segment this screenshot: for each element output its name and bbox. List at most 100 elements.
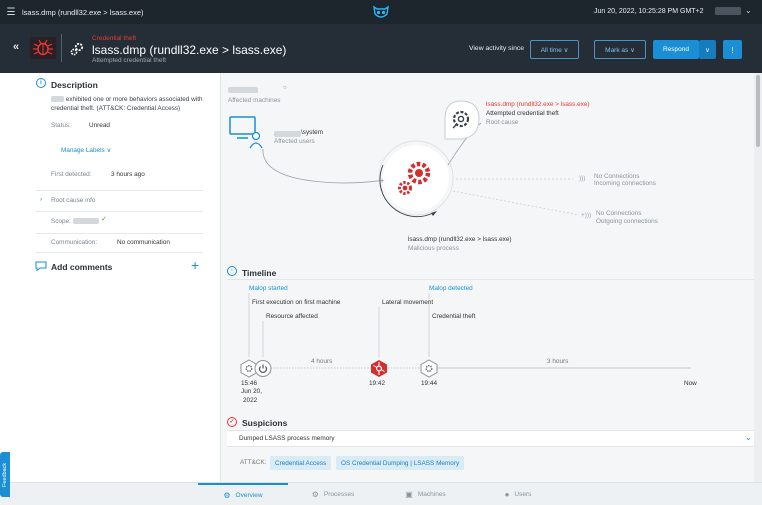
no-connections-out: No Connections: [596, 210, 642, 217]
tab-processes[interactable]: ⚙ Processes: [288, 483, 378, 505]
attck-chip-lsass-memory[interactable]: OS Credential Dumping | LSASS Memory: [336, 456, 465, 470]
root-cause-name: lsass.dmp (rundll32.exe > lsass.exe): [486, 101, 590, 108]
malop-header: « Credential theft lsass.dmp (rundll32.e…: [0, 24, 762, 73]
current-datetime: Jun 20, 2022, 10:25:28 PM GMT+2: [594, 8, 704, 15]
root-cause-info-toggle[interactable]: Root cause info: [51, 197, 95, 204]
lateral-movement-label: Lateral movement: [382, 299, 434, 306]
add-comment-button[interactable]: +: [191, 258, 199, 272]
malop-category: Credential theft: [92, 35, 137, 42]
details-panel: i Description exhibited one or more beha…: [0, 73, 221, 485]
root-cause-label: Root cause: [486, 119, 519, 126]
now-label: Now: [684, 380, 697, 387]
divider: [227, 279, 754, 280]
status-label: Status:: [51, 122, 71, 129]
chevron-right-icon[interactable]: ›: [40, 196, 42, 203]
owl-logo-icon[interactable]: [372, 5, 390, 19]
gears-icon: ⚙: [311, 490, 319, 499]
view-activity-label: View activity since: [469, 45, 525, 52]
divider: [36, 252, 203, 253]
comment-icon: [35, 261, 47, 271]
attck-chip-credential-access[interactable]: Credential Access: [270, 456, 332, 470]
all-time-dropdown[interactable]: All time ∨: [530, 40, 579, 59]
tab-overview[interactable]: ⚙ Overview: [198, 483, 288, 505]
gears-icon: [70, 42, 84, 56]
warning-icon: ✓: [227, 417, 237, 427]
outgoing-wifi-icon: +))): [581, 212, 592, 219]
outgoing-connections-label: Outgoing connections: [596, 218, 658, 225]
gap-label-1: 4 hours: [311, 358, 333, 365]
first-detected-label: First detected:: [51, 171, 92, 178]
gap-label-2: 3 hours: [547, 358, 569, 365]
divider: [36, 190, 203, 191]
malop-name: lsass.dmp (rundll32.exe > lsass.exe): [92, 43, 287, 57]
description-text: exhibited one or more behaviors associat…: [51, 95, 211, 113]
lateral-movement-event-icon[interactable]: [370, 359, 388, 378]
event-time-3: 19:44: [421, 380, 437, 387]
scrollbar-thumb[interactable]: [756, 75, 760, 147]
tab-machines-label: Machines: [417, 491, 446, 498]
chevron-down-icon[interactable]: ⌄: [745, 433, 752, 442]
communication-value: No communication: [117, 239, 170, 246]
check-icon: ✓: [101, 216, 107, 223]
malware-bug-icon: [30, 37, 56, 59]
respond-options-button[interactable]: ∨: [699, 40, 716, 59]
gear-icon: ⚙: [223, 491, 231, 500]
timeline-title: Timeline: [242, 268, 277, 278]
suspicions-title: Suspicions: [242, 418, 288, 428]
hamburger-menu-icon[interactable]: ☰: [0, 7, 22, 18]
redacted-machine-name: [228, 87, 258, 93]
description-title: Description: [51, 80, 98, 90]
attck-label: ATT&CK:: [240, 459, 267, 466]
info-icon: i: [36, 78, 46, 88]
tab-overview-label: Overview: [235, 492, 263, 499]
affected-machines-label: Affected machines: [228, 97, 281, 104]
malop-subtitle: Attempted credential theft: [92, 57, 167, 64]
clock-icon: ·: [227, 266, 237, 276]
bottom-tab-bar: ⚙ Overview ⚙ Processes ▣ Machines ● Users: [0, 482, 762, 505]
tab-machines[interactable]: ▣ Machines: [378, 483, 473, 505]
suspicion-name: Dumped LSASS process memory: [239, 435, 335, 442]
resource-affected-label: Resource affected: [266, 313, 318, 320]
system-user-label: \system: [301, 129, 324, 136]
more-options-button[interactable]: ⋮: [723, 40, 742, 59]
affected-users-label: Affected users: [274, 138, 315, 145]
chevron-down-icon[interactable]: ⌄: [745, 6, 752, 15]
first-detected-value: 3 hours ago: [111, 171, 145, 178]
root-cause-node-icon[interactable]: [441, 99, 481, 141]
malicious-process-gears-icon[interactable]: [379, 141, 453, 215]
status-value: Unread: [89, 122, 110, 129]
credential-theft-label: Credential theft: [432, 313, 476, 320]
add-comments-title: Add comments: [51, 262, 113, 272]
incoming-connections-label: Incoming connections: [594, 180, 656, 187]
respond-button[interactable]: Respond: [653, 40, 699, 59]
event-time-2: 19:42: [369, 380, 385, 387]
malicious-process-label: Malicious process: [408, 245, 459, 252]
malop-detected-link[interactable]: Malop detected: [429, 285, 473, 292]
suspicion-row[interactable]: Dumped LSASS process memory ⌄: [227, 430, 754, 447]
no-connections-in: No Connections: [594, 173, 640, 180]
tab-users[interactable]: ● Users: [473, 483, 563, 505]
redacted-user: [274, 131, 301, 137]
malop-started-link[interactable]: Malop started: [249, 285, 288, 292]
detection-event-icon[interactable]: [420, 359, 438, 378]
user-menu[interactable]: [715, 7, 741, 15]
main-content: ○ Affected machines \system Affected use…: [221, 73, 754, 485]
machine-user-icon[interactable]: [229, 116, 265, 150]
redacted-scope: [73, 218, 99, 224]
feedback-button[interactable]: Feedback: [0, 452, 10, 497]
manage-labels-link[interactable]: Manage Labels ∨: [61, 146, 111, 154]
main-scrollbar[interactable]: [754, 73, 762, 485]
mark-as-dropdown[interactable]: Mark as ∨: [594, 40, 646, 59]
scope-label: Scope:: [51, 218, 71, 225]
malicious-process-name: lsass.dmp (rundll32.exe > lsass.exe): [408, 236, 512, 243]
header-divider: [61, 34, 62, 62]
first-execution-label: First execution on first machine: [252, 299, 341, 306]
collapse-back-icon[interactable]: «: [13, 41, 19, 53]
power-event-icon[interactable]: [254, 359, 272, 378]
monitor-icon: ▣: [405, 490, 413, 499]
plus-connector-icon: +: [380, 178, 385, 185]
tab-processes-label: Processes: [323, 491, 355, 498]
user-icon: ●: [504, 490, 510, 499]
incoming-wifi-icon: ))): [579, 175, 586, 182]
online-status-icon: ○: [283, 85, 287, 91]
